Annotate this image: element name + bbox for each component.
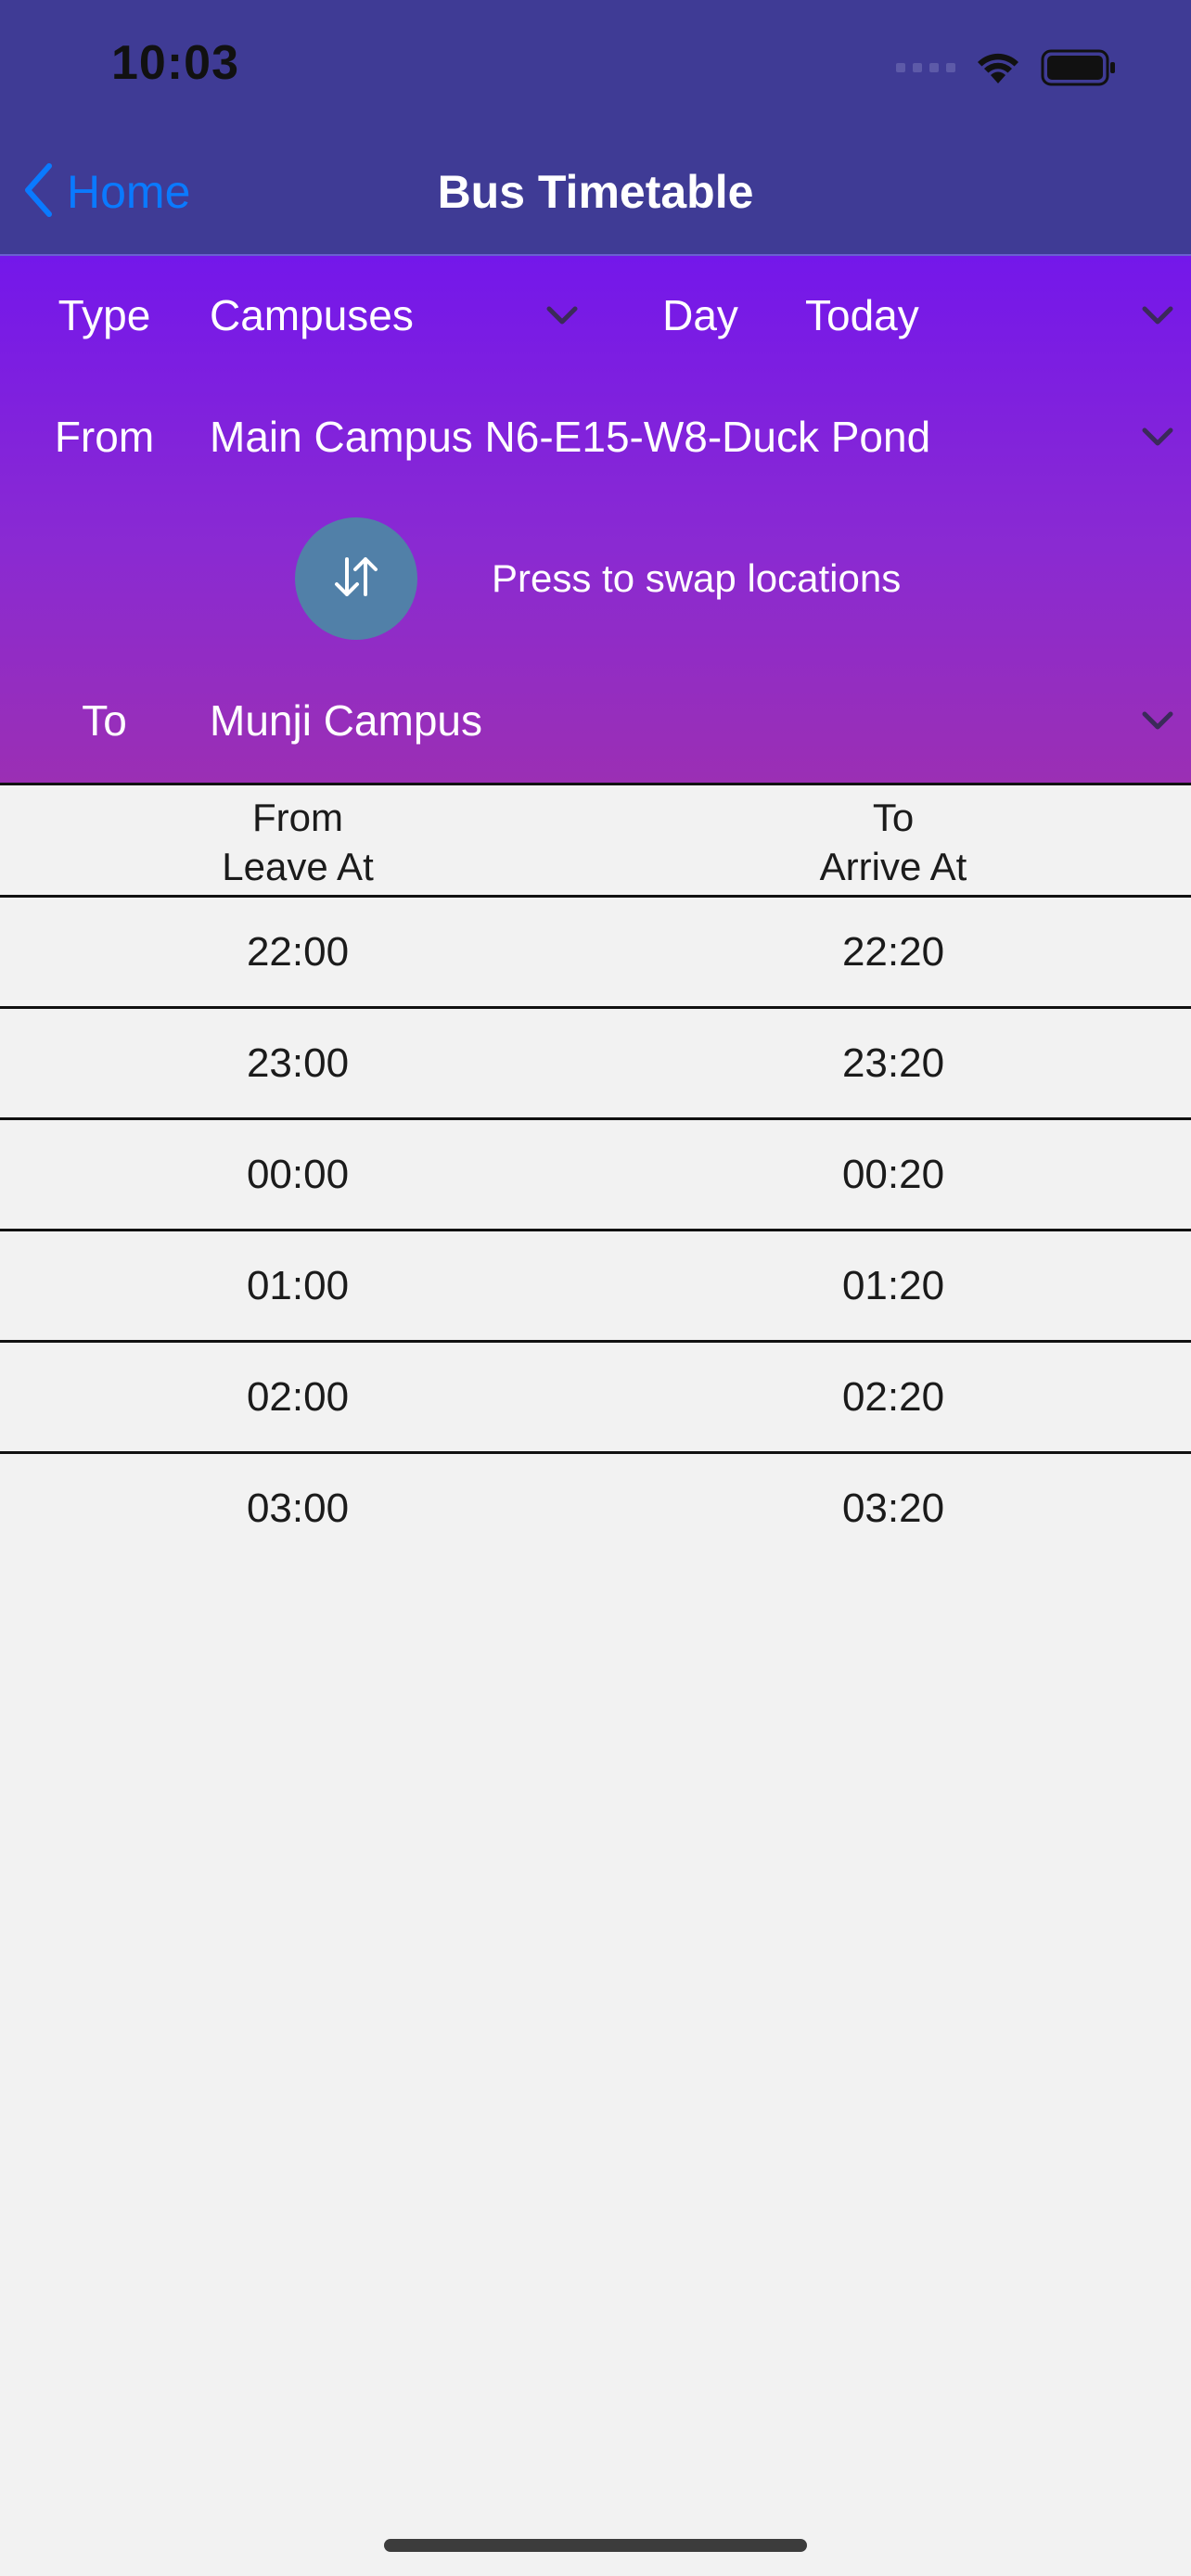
from-label: From bbox=[54, 413, 155, 461]
type-label: Type bbox=[58, 291, 151, 339]
swap-caption: Press to swap locations bbox=[492, 556, 902, 600]
table-row[interactable]: 22:00 22:20 bbox=[0, 898, 1191, 1009]
timetable: From Leave At To Arrive At 22:00 22:20 2… bbox=[0, 783, 1191, 1562]
timetable-header: From Leave At To Arrive At bbox=[0, 783, 1191, 898]
status-icons bbox=[896, 45, 1117, 91]
swap-arrows-icon bbox=[328, 554, 384, 605]
bus-timetable-screen: 10:03 Home Bus Timetable Type Campuses D… bbox=[0, 0, 1191, 2576]
day-label: Day bbox=[662, 291, 738, 339]
from-header-line1: From bbox=[252, 796, 343, 839]
from-select[interactable]: Main Campus N6-E15-W8-Duck Pond bbox=[210, 395, 930, 478]
status-time: 10:03 bbox=[111, 36, 239, 90]
leave-time: 22:00 bbox=[246, 929, 350, 975]
from-row: From Main Campus N6-E15-W8-Duck Pond bbox=[0, 395, 1191, 478]
leave-time: 00:00 bbox=[246, 1152, 350, 1197]
type-select[interactable]: Campuses bbox=[210, 274, 414, 357]
arrive-time: 00:20 bbox=[841, 1152, 945, 1197]
leave-time: 23:00 bbox=[246, 1040, 350, 1086]
to-header-line1: To bbox=[872, 796, 915, 839]
table-row[interactable]: 02:00 02:20 bbox=[0, 1343, 1191, 1454]
leave-time: 02:00 bbox=[246, 1374, 350, 1420]
from-header-line2: Leave At bbox=[222, 845, 374, 888]
table-row[interactable]: 00:00 00:20 bbox=[0, 1120, 1191, 1231]
day-select[interactable]: Today bbox=[805, 274, 919, 357]
leave-time: 01:00 bbox=[246, 1263, 350, 1308]
arrive-time: 03:20 bbox=[841, 1486, 945, 1531]
to-label: To bbox=[82, 696, 127, 745]
arrive-time: 02:20 bbox=[841, 1374, 945, 1420]
cellular-signal-icon bbox=[896, 63, 955, 72]
page-title: Bus Timetable bbox=[437, 166, 754, 218]
table-row[interactable]: 03:00 03:20 bbox=[0, 1454, 1191, 1562]
arrive-time: 01:20 bbox=[841, 1263, 945, 1308]
leave-time: 03:00 bbox=[246, 1486, 350, 1531]
type-day-row: Type Campuses Day Today bbox=[0, 274, 1191, 357]
to-column-header: To Arrive At bbox=[596, 793, 1191, 891]
home-indicator[interactable] bbox=[384, 2539, 807, 2552]
to-select[interactable]: Munji Campus bbox=[210, 679, 482, 762]
route-filters-panel: Type Campuses Day Today From Main Campus… bbox=[0, 256, 1191, 783]
arrive-time: 22:20 bbox=[841, 929, 945, 975]
battery-icon bbox=[1041, 49, 1117, 86]
to-header-line2: Arrive At bbox=[819, 845, 967, 888]
wifi-icon bbox=[976, 50, 1020, 85]
chevron-down-icon[interactable] bbox=[544, 300, 581, 331]
table-row[interactable]: 01:00 01:20 bbox=[0, 1231, 1191, 1343]
from-column-header: From Leave At bbox=[0, 793, 596, 891]
chevron-down-icon[interactable] bbox=[1139, 300, 1176, 331]
arrive-time: 23:20 bbox=[841, 1040, 945, 1086]
swap-locations-button[interactable] bbox=[295, 517, 417, 640]
navigation-bar: 10:03 Home Bus Timetable bbox=[0, 0, 1191, 256]
chevron-down-icon[interactable] bbox=[1139, 421, 1176, 453]
to-row: To Munji Campus bbox=[0, 679, 1191, 762]
table-row[interactable]: 23:00 23:20 bbox=[0, 1009, 1191, 1120]
chevron-down-icon[interactable] bbox=[1139, 705, 1176, 736]
